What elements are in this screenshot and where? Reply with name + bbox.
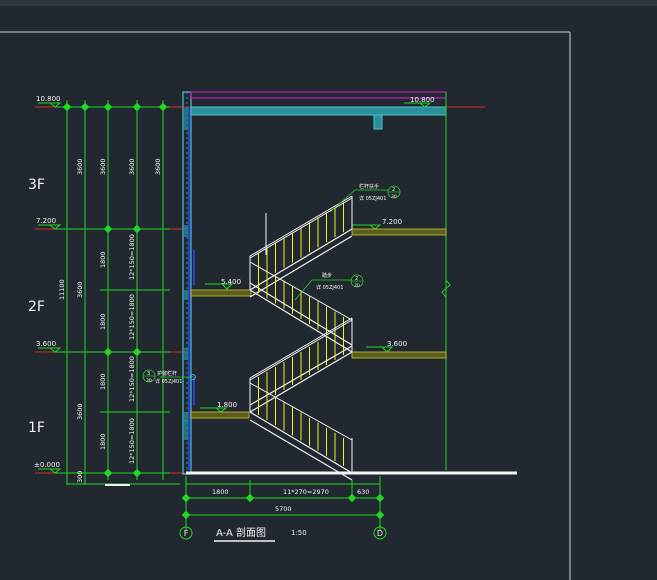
axis-label-left: F	[184, 529, 189, 538]
dim-bottom-630: 630	[357, 488, 369, 496]
dim-overall: 11100	[58, 279, 66, 300]
dim-col2-mid-a: 1800	[99, 251, 107, 268]
callout-2-ref: 详 05ZJ401	[316, 284, 343, 291]
dim-col2-low-b: 1800	[99, 433, 107, 450]
dim-col3-c: 12*150=1800	[128, 356, 136, 402]
drawing-title: A-A 剖面图	[216, 526, 266, 539]
callout-1-ref: 详 05ZJ401	[359, 195, 386, 202]
left-dimension-texts: 11100 3600 3600 3600 300 3600 1800 1800 …	[58, 158, 162, 483]
dim-col3-a: 12*150=1800	[128, 234, 136, 280]
dim-outer-300: 300	[76, 471, 84, 483]
elev-roof-left: 10.800	[36, 95, 61, 103]
dim-outer-3600-c: 3600	[76, 403, 84, 420]
dim-bottom-total: 5700	[275, 505, 292, 513]
elev-2f-left: 3.600	[36, 340, 56, 348]
elevation-markers-left	[38, 102, 62, 474]
dim-bottom-1800: 1800	[212, 488, 229, 496]
elev-roof-right: 10.800	[410, 96, 435, 104]
elev-3f-right: 7.200	[382, 218, 402, 226]
floor-label-1f: 1F	[28, 420, 45, 436]
top-bar	[0, 0, 657, 6]
callout-2-sheet: 30	[354, 283, 360, 289]
left-dimension-lines	[55, 100, 180, 485]
callout-1-num: 2	[392, 187, 395, 193]
dim-col2-low-a: 1800	[99, 373, 107, 390]
dim-col3-d: 12*150=1800	[128, 418, 136, 464]
elev-2f-right: 3.600	[387, 340, 407, 348]
drawing-scale: 1:50	[291, 529, 307, 537]
floor-label-3f: 3F	[28, 177, 45, 193]
callout-3-ref: 详 05ZJ401	[155, 378, 182, 385]
callout-1-text: 栏杆扶手	[359, 183, 379, 190]
callout-2-num: 2	[355, 276, 358, 282]
axis-label-right: D	[377, 529, 383, 538]
roof-slab	[190, 91, 447, 130]
dim-col3-top: 3600	[128, 158, 136, 175]
callout-3-text: 护窗栏杆	[157, 370, 177, 377]
callout-3-num: 3	[147, 371, 150, 377]
elev-landing-lower: 1.800	[217, 401, 237, 409]
dim-col4-top: 3600	[154, 158, 162, 175]
elev-ground-left: ±0.000	[34, 461, 60, 469]
bottom-dimension-lines	[185, 476, 381, 530]
dim-col2-top: 3600	[99, 158, 107, 175]
dim-outer-3600-b: 3600	[76, 281, 84, 298]
floor-label-2f: 2F	[28, 299, 45, 315]
dim-col2-mid-b: 1800	[99, 313, 107, 330]
dim-col3-b: 12*150=1800	[128, 294, 136, 340]
elev-3f-left: 7.200	[36, 217, 56, 225]
elev-landing-upper: 5.400	[221, 278, 241, 286]
dim-outer-3600-a: 3600	[76, 158, 84, 175]
callout-1-sheet: 30	[391, 194, 397, 200]
callout-3-sheet: 30	[146, 378, 152, 384]
drawing-canvas: 10.800 7.200 3.600 ±0.000 3F 2F 1F 11100…	[0, 0, 657, 580]
dim-bottom-2970: 11*270=2970	[283, 488, 329, 496]
callout-2-text: 踏步	[322, 272, 332, 279]
